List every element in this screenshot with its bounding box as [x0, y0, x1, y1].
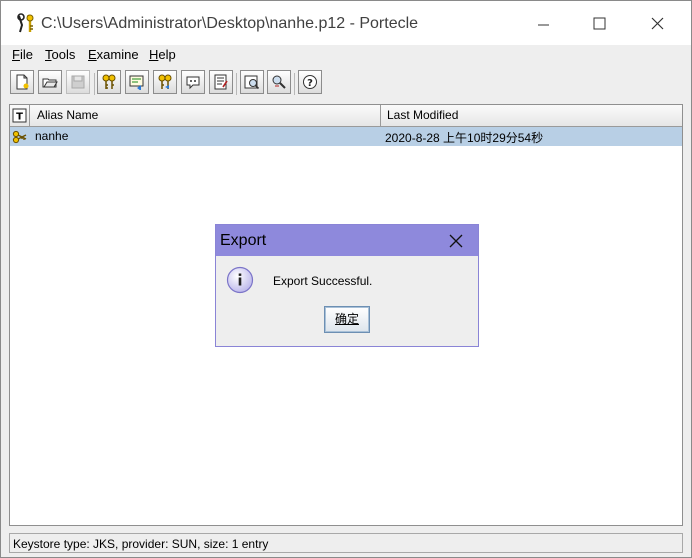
toolbar-separator	[236, 73, 237, 95]
keystore-report-icon	[244, 75, 260, 90]
menu-bar: File Tools Examine Help	[1, 45, 691, 65]
dialog-title: Export	[220, 232, 267, 249]
keystore-properties-button[interactable]	[267, 70, 291, 94]
examine-cert-icon	[186, 76, 200, 90]
save-keystore-icon	[71, 75, 85, 89]
dialog-close-button[interactable]	[444, 229, 468, 253]
menu-help-label: elp	[158, 47, 176, 62]
menu-file[interactable]: File	[12, 47, 33, 62]
import-trusted-cert-icon	[129, 75, 144, 90]
close-icon	[449, 234, 463, 248]
generate-keypair-icon	[102, 74, 116, 89]
minimize-button[interactable]	[520, 1, 566, 45]
examine-cert-button[interactable]	[181, 70, 205, 94]
save-keystore-button[interactable]	[66, 70, 90, 94]
menu-tools[interactable]: Tools	[45, 47, 75, 62]
menu-help[interactable]: Help	[149, 47, 176, 62]
menu-examine[interactable]: Examine	[88, 47, 139, 62]
column-header-last-modified[interactable]: Last Modified	[381, 105, 682, 126]
new-keystore-button[interactable]	[10, 70, 34, 94]
keystore-report-button[interactable]	[240, 70, 264, 94]
info-icon	[226, 266, 254, 294]
main-window: C:\Users\Administrator\Desktop\nanhe.p12…	[0, 0, 692, 558]
dialog-message: Export Successful.	[273, 274, 373, 288]
title-bar: C:\Users\Administrator\Desktop\nanhe.p12…	[1, 1, 691, 45]
column-header-type[interactable]: T	[10, 105, 30, 126]
portecle-app-icon	[15, 13, 37, 35]
examine-crl-button[interactable]	[209, 70, 233, 94]
open-keystore-icon	[42, 78, 58, 88]
help-icon: ?	[303, 75, 317, 89]
new-keystore-icon	[16, 74, 29, 90]
help-button[interactable]: ?	[298, 70, 322, 94]
import-keypair-button[interactable]	[153, 70, 177, 94]
dialog-title-bar: Export	[216, 225, 478, 256]
toolbar-separator	[294, 73, 295, 95]
export-dialog: Export Export Successful. 确定	[215, 224, 479, 347]
menu-file-label: ile	[19, 47, 33, 62]
import-trusted-cert-button[interactable]	[125, 70, 149, 94]
table-header: T Alias Name Last Modified	[10, 105, 682, 127]
keystore-properties-icon	[272, 75, 286, 89]
import-keypair-icon	[158, 74, 172, 89]
menu-tools-label: ools	[51, 47, 76, 62]
row-alias: nanhe	[35, 129, 69, 143]
toolbar-separator	[94, 73, 95, 95]
key-pair-entry-icon	[12, 129, 28, 145]
window-title: C:\Users\Administrator\Desktop\nanhe.p12…	[41, 15, 419, 32]
menu-examine-label: xamine	[96, 47, 139, 62]
type-column-glyph: T	[16, 112, 23, 123]
examine-crl-icon	[214, 74, 228, 90]
column-header-alias[interactable]: Alias Name	[30, 105, 381, 126]
svg-text:?: ?	[307, 78, 313, 89]
open-keystore-button[interactable]	[38, 70, 62, 94]
status-bar: Keystore type: JKS, provider: SUN, size:…	[9, 533, 683, 553]
maximize-button[interactable]	[576, 1, 622, 45]
ok-button-label: 确定	[334, 312, 359, 326]
table-row[interactable]: nanhe 2020-8-28 上午10时29分54秒	[10, 127, 682, 146]
close-button[interactable]	[634, 1, 680, 45]
row-last-modified: 2020-8-28 上午10时29分54秒	[385, 131, 544, 145]
toolbar: ?	[1, 67, 691, 101]
generate-keypair-button[interactable]	[97, 70, 121, 94]
status-text: Keystore type: JKS, provider: SUN, size:…	[13, 537, 269, 551]
ok-button[interactable]: 确定	[324, 306, 370, 333]
